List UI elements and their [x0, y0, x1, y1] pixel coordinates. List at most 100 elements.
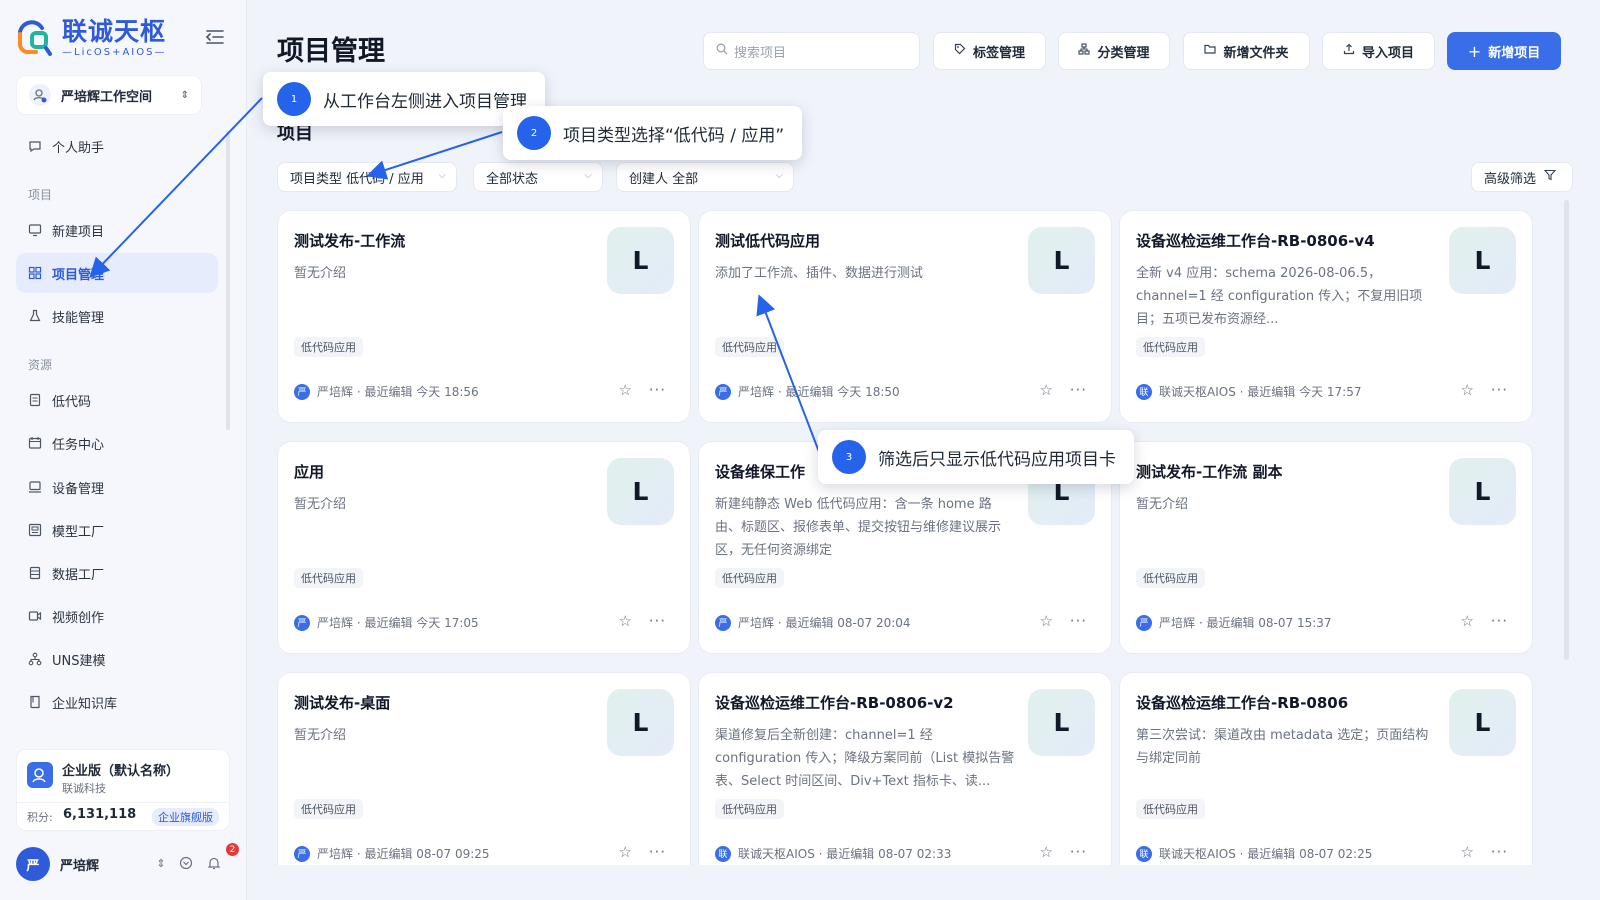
project-card[interactable]: 测试低代码应用 添加了工作流、插件、数据进行测试 L 低代码应用 严严培辉 · …: [698, 210, 1112, 423]
more-icon[interactable]: ···: [1070, 612, 1087, 630]
project-card[interactable]: 设备巡检运维工作台-RB-0806-v4 全新 v4 应用：schema 202…: [1119, 210, 1533, 423]
star-icon[interactable]: ☆: [619, 843, 632, 861]
sidebar-item-new-project[interactable]: 新建项目: [16, 210, 218, 250]
project-card[interactable]: 设备巡检运维工作台-RB-0806 第三次尝试：渠道改由 metadata 选定…: [1119, 672, 1533, 865]
book-icon: [28, 695, 42, 709]
project-type-icon: L: [1449, 227, 1516, 294]
sidebar-item-model-factory[interactable]: 模型工厂: [16, 510, 218, 550]
sidebar-scrollbar[interactable]: [226, 130, 230, 430]
switch-caret-icon[interactable]: ⇕: [153, 855, 169, 871]
workspace-switcher[interactable]: 严培辉工作空间 ⇕: [16, 75, 202, 115]
more-icon[interactable]: ···: [1491, 843, 1508, 861]
tag-icon: [954, 43, 966, 59]
creator-avatar: 联: [1136, 845, 1152, 862]
more-icon[interactable]: ···: [649, 612, 666, 630]
star-icon[interactable]: ☆: [1461, 843, 1474, 861]
sidebar-item-project-management[interactable]: 项目管理: [16, 253, 218, 293]
sidebar-item-knowledge[interactable]: 企业知识库: [16, 682, 218, 722]
step-number: 1: [277, 82, 311, 116]
advanced-filter-button[interactable]: 高级筛选: [1471, 162, 1573, 192]
card-title: 应用: [294, 463, 325, 481]
card-footer: 严严培辉 · 最近编辑 08-07 20:04: [715, 614, 911, 631]
laptop-icon: [28, 480, 42, 494]
sidebar-item-label: UNS建模: [52, 653, 106, 669]
star-icon[interactable]: ☆: [1461, 612, 1474, 630]
more-icon[interactable]: ···: [1491, 381, 1508, 399]
card-footer: 严严培辉 · 最近编辑 08-07 09:25: [294, 845, 490, 862]
card-meta: 严培辉 · 最近编辑 08-07 20:04: [738, 616, 911, 630]
card-meta: 联诚天枢AIOS · 最近编辑 08-07 02:33: [738, 847, 952, 861]
avatar[interactable]: 严: [16, 847, 50, 881]
more-icon[interactable]: ···: [649, 381, 666, 399]
sidebar-item-uns[interactable]: UNS建模: [16, 639, 218, 679]
project-card[interactable]: 应用 暂无介绍 L 低代码应用 严严培辉 · 最近编辑 今天 17:05 ☆ ·…: [277, 441, 691, 654]
card-tag: 低代码应用: [715, 568, 784, 588]
sidebar-item-label: 企业知识库: [52, 696, 118, 712]
star-icon[interactable]: ☆: [1040, 843, 1053, 861]
project-card[interactable]: 设备巡检运维工作台-RB-0806-v2 渠道修复后全新创建：channel=1…: [698, 672, 1112, 865]
collapse-sidebar-icon[interactable]: [203, 26, 227, 48]
card-title: 测试发布-工作流: [294, 232, 406, 250]
star-icon[interactable]: ☆: [619, 612, 632, 630]
category-management-button[interactable]: 分类管理: [1058, 32, 1170, 70]
project-card-grid: 测试发布-工作流 暂无介绍 L 低代码应用 严严培辉 · 最近编辑 今天 18:…: [277, 210, 1555, 865]
brand-name: 联诚天枢: [62, 16, 167, 46]
more-icon[interactable]: ···: [649, 843, 666, 861]
import-project-button[interactable]: 导入项目: [1322, 32, 1435, 70]
brand-logo[interactable]: 联诚天枢 —LicOS+AIOS—: [16, 18, 166, 58]
card-meta: 严培辉 · 最近编辑 08-07 09:25: [317, 847, 490, 861]
card-tag: 低代码应用: [294, 568, 363, 588]
button-label: 导入项目: [1361, 45, 1414, 61]
status-filter[interactable]: 全部状态 ⌵: [473, 162, 603, 192]
project-card[interactable]: 测试发布-桌面 暂无介绍 L 低代码应用 严严培辉 · 最近编辑 08-07 0…: [277, 672, 691, 865]
nav-section-project: 项目: [28, 188, 53, 202]
creator-filter[interactable]: 创建人 全部 ⌵: [616, 162, 794, 192]
calendar-icon: [28, 436, 42, 450]
project-type-icon: L: [607, 458, 674, 525]
project-card[interactable]: 测试发布-工作流 副本 暂无介绍 L 低代码应用 严严培辉 · 最近编辑 08-…: [1119, 441, 1533, 654]
search-input[interactable]: 搜索项目: [703, 32, 920, 70]
project-type-icon: L: [607, 227, 674, 294]
card-tag: 低代码应用: [1136, 568, 1205, 588]
sidebar-item-video[interactable]: 视频创作: [16, 596, 218, 636]
card-description: 新建纯静态 Web 低代码应用：含一条 home 路由、标题区、报修表单、提交按…: [715, 497, 1002, 558]
project-card[interactable]: 测试发布-工作流 暂无介绍 L 低代码应用 严严培辉 · 最近编辑 今天 18:…: [277, 210, 691, 423]
workspace-label: 严培辉工作空间: [61, 89, 153, 105]
workspace-icon: [29, 84, 51, 106]
filter-icon: [1543, 169, 1557, 185]
more-icon[interactable]: ···: [1491, 612, 1508, 630]
card-description: 添加了工作流、插件、数据进行测试: [715, 266, 924, 281]
enterprise-card[interactable]: 企业版（默认名称） 联诚科技 积分: 6,131,118 企业旗舰版: [16, 749, 230, 831]
tag-management-button[interactable]: 标签管理: [933, 32, 1046, 70]
sidebar-item-skills[interactable]: 技能管理: [16, 296, 218, 336]
sidebar-item-assistant[interactable]: 个人助手: [16, 126, 218, 166]
button-label: 分类管理: [1097, 45, 1150, 61]
add-project-button[interactable]: + 新增项目: [1447, 32, 1561, 70]
sidebar-item-label: 数据工厂: [52, 567, 105, 583]
project-type-filter[interactable]: 项目类型 低代码 / 应用 ⌵: [277, 162, 457, 192]
card-description: 渠道修复后全新创建：channel=1 经 configuration 传入；降…: [715, 728, 1015, 789]
star-icon[interactable]: ☆: [619, 381, 632, 399]
chevron-down-circle-icon[interactable]: [178, 855, 194, 871]
new-folder-button[interactable]: 新增文件夹: [1183, 32, 1310, 70]
sidebar-item-devices[interactable]: 设备管理: [16, 467, 218, 507]
star-icon[interactable]: ☆: [1040, 381, 1053, 399]
filter-value: 全部状态: [486, 171, 539, 187]
creator-avatar: 严: [294, 383, 310, 400]
star-icon[interactable]: ☆: [1040, 612, 1053, 630]
more-icon[interactable]: ···: [1070, 843, 1087, 861]
more-icon[interactable]: ···: [1070, 381, 1087, 399]
sidebar-item-tasks[interactable]: 任务中心: [16, 423, 218, 463]
sidebar-item-label: 项目管理: [52, 267, 105, 283]
bell-icon[interactable]: [206, 855, 222, 871]
star-icon[interactable]: ☆: [1461, 381, 1474, 399]
creator-avatar: 联: [1136, 383, 1152, 400]
callout-step-2: 2 项目类型选择“低代码 / 应用”: [503, 106, 803, 160]
hierarchy-icon: [28, 652, 42, 666]
sidebar-item-data-factory[interactable]: 数据工厂: [16, 553, 218, 593]
content-scrollbar[interactable]: [1564, 200, 1569, 660]
project-type-icon: L: [1028, 689, 1095, 756]
sidebar-item-lowcode[interactable]: 低代码: [16, 380, 218, 420]
sidebar: 联诚天枢 —LicOS+AIOS— 严培辉工作空间 ⇕ 个人助手 项目 新建项目…: [0, 0, 247, 900]
card-footer: 联联诚天枢AIOS · 最近编辑 08-07 02:33: [715, 845, 951, 862]
